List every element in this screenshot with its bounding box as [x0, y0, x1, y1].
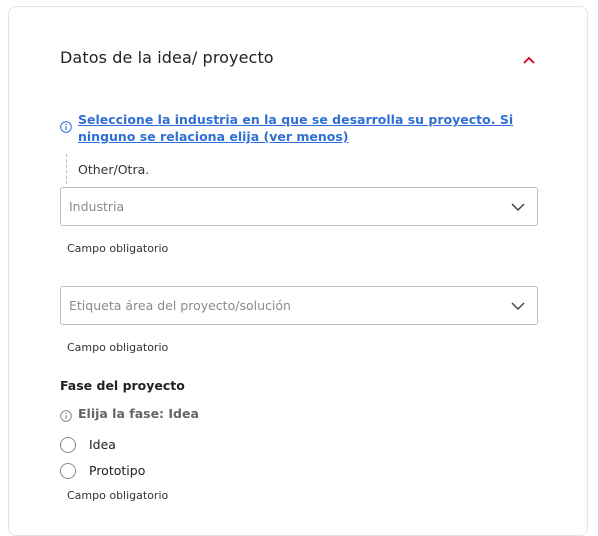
phase-option-prototipo[interactable]: Prototipo [60, 463, 260, 483]
radio-label: Prototipo [89, 463, 146, 478]
area-tag-select-placeholder: Etiqueta área del proyecto/solución [69, 298, 291, 313]
industry-select[interactable]: Industria [60, 187, 538, 226]
radio-button[interactable] [60, 437, 76, 453]
chevron-up-icon [523, 56, 535, 64]
info-icon [60, 410, 72, 422]
radio-label: Idea [89, 437, 116, 452]
area-tag-required-text: Campo obligatorio [67, 341, 169, 354]
chevron-down-icon [511, 203, 525, 212]
collapse-button[interactable] [519, 50, 539, 70]
phase-heading: Fase del proyecto [60, 378, 185, 393]
radio-button[interactable] [60, 463, 76, 479]
phase-option-idea[interactable]: Idea [60, 437, 260, 457]
industry-help-link[interactable]: Seleccione la industria en la que se des… [78, 111, 538, 145]
selected-industry-note: Other/Otra. [66, 154, 149, 184]
selected-industry-value: Other/Otra. [78, 162, 150, 177]
industry-required-text: Campo obligatorio [67, 242, 169, 255]
industry-select-placeholder: Industria [69, 199, 125, 214]
phase-info-text: Elija la fase: Idea [78, 406, 199, 421]
area-tag-select[interactable]: Etiqueta área del proyecto/solución [60, 286, 538, 325]
info-icon [60, 121, 72, 133]
section-title: Datos de la idea/ proyecto [60, 48, 274, 67]
phase-required-text: Campo obligatorio [67, 489, 169, 502]
chevron-down-icon [511, 302, 525, 311]
